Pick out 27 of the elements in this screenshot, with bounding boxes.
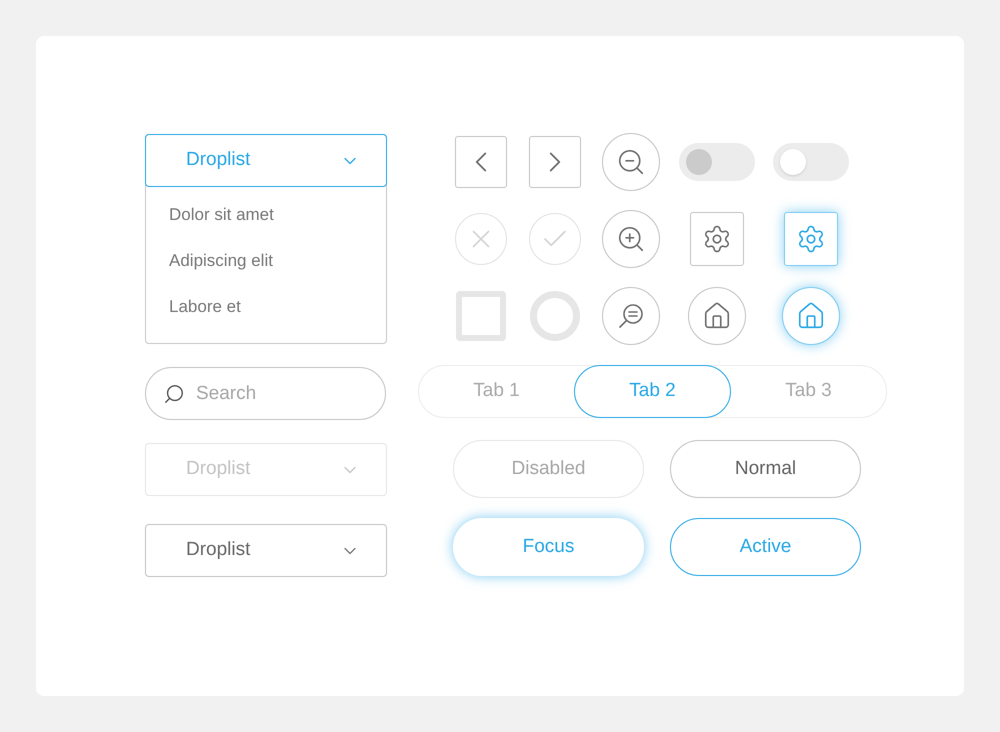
pill-button[interactable]: Normal <box>670 440 861 498</box>
zoom-out-icon <box>616 147 646 177</box>
search-icon <box>163 383 185 405</box>
dropdown-option[interactable]: Dolor sit amet <box>169 204 274 226</box>
dropdown-option[interactable]: Adipiscing elit <box>169 250 273 272</box>
pill-button[interactable]: Focus <box>453 518 644 576</box>
zoom-in-icon <box>616 224 646 254</box>
tab[interactable]: Tab 3 <box>731 365 886 418</box>
settings-icon <box>796 224 826 254</box>
dropdown-option[interactable]: Labore et <box>169 296 241 318</box>
tab[interactable]: Tab 2 <box>574 365 731 418</box>
tab[interactable]: Tab 1 <box>419 365 574 418</box>
radio-button[interactable] <box>530 291 580 341</box>
settings-button[interactable] <box>784 212 838 266</box>
previous-button[interactable] <box>455 136 507 188</box>
pill-button[interactable]: Active <box>670 518 861 576</box>
settings-icon <box>702 224 732 254</box>
home-button[interactable] <box>782 287 840 345</box>
home-icon <box>796 301 826 331</box>
home-icon <box>702 301 732 331</box>
toggle-switch[interactable] <box>773 143 849 181</box>
search-field[interactable]: Search <box>145 367 386 420</box>
dropdown[interactable]: Droplist <box>145 524 387 577</box>
checkbox[interactable] <box>456 291 506 341</box>
next-button[interactable] <box>529 136 581 188</box>
dropdown[interactable]: Droplist <box>145 134 387 187</box>
settings-button[interactable] <box>690 212 744 266</box>
